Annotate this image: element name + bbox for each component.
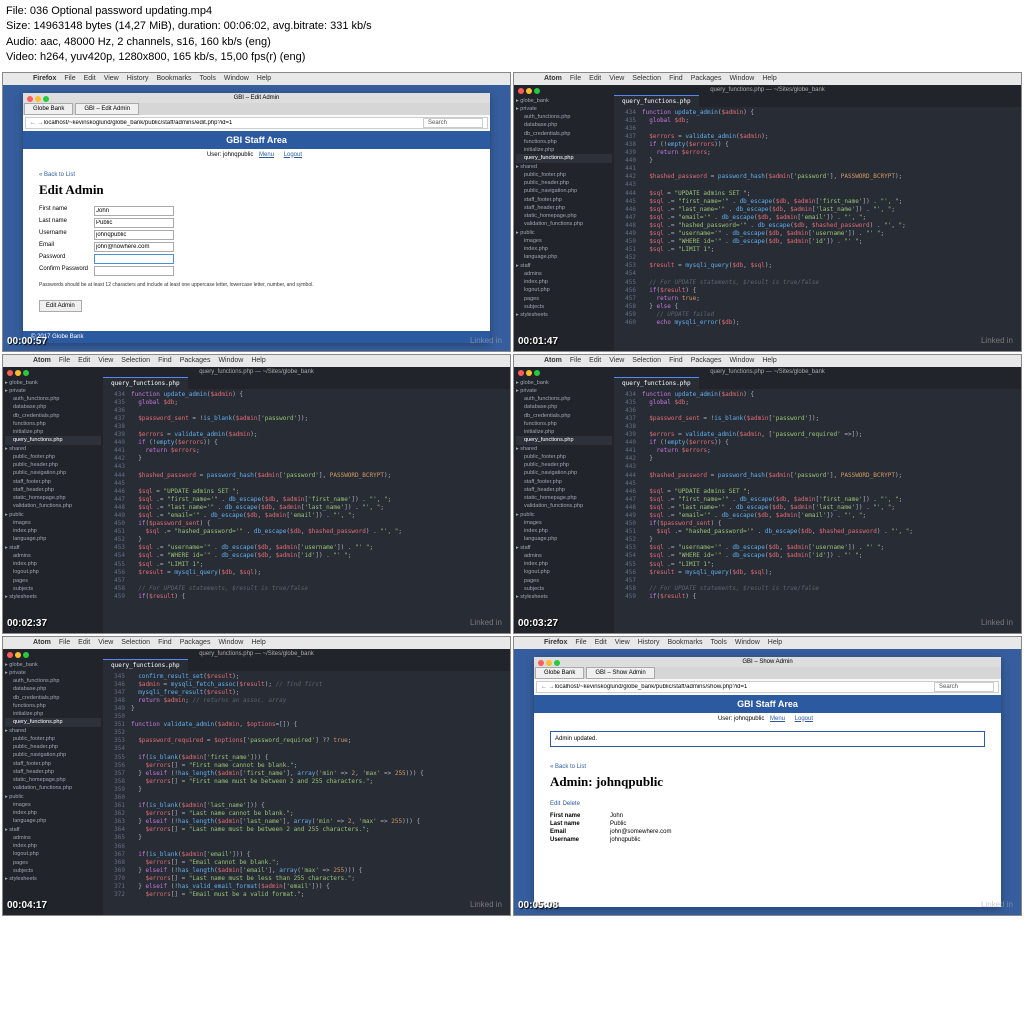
file-tree[interactable]: ▸ globe_bank▸ privateauth_functions.phpd… [514,95,614,351]
file-line: File: 036 Optional password updating.mp4 [6,4,1018,19]
thumbnail-1: FirefoxFileEditViewHistoryBookmarksTools… [2,72,511,352]
address-bar[interactable] [44,120,423,126]
audio-line: Audio: aac, 48000 Hz, 2 channels, s16, 1… [6,35,1018,50]
email-field[interactable] [94,242,174,252]
first-name-field[interactable] [94,206,174,216]
alert-message: Admin updated. [550,731,985,747]
size-line: Size: 14963148 bytes (14,27 MiB), durati… [6,19,1018,34]
thumbnail-6: FirefoxFileEditViewHistoryBookmarksTools… [513,636,1022,916]
search-box[interactable]: Search [423,118,483,128]
edit-admin-button[interactable]: Edit Admin [39,300,82,312]
confirm-password-field[interactable] [94,266,174,276]
edit-link[interactable]: Edit [550,801,560,807]
video-line: Video: h264, yuv420p, 1280x800, 165 kb/s… [6,50,1018,65]
last-name-field[interactable] [94,218,174,228]
address-bar[interactable] [555,684,934,690]
thumbnail-2: AtomFileEditViewSelectionFindPackagesWin… [513,72,1022,352]
thumbnail-5: AtomFileEditViewSelectionFindPackagesWin… [2,636,511,916]
password-field[interactable] [94,254,174,264]
back-link[interactable]: « Back to List [39,172,75,178]
back-link[interactable]: « Back to List [550,764,586,770]
page-title: Edit Admin [39,182,474,198]
macos-menubar: FirefoxFileEditViewHistoryBookmarksTools… [3,73,510,85]
browser-tab[interactable]: GBI – Edit Admin [75,103,139,115]
logout-link[interactable]: Logout [284,152,302,158]
menu-link[interactable]: Menu [259,152,274,158]
page-header: GBI Staff Area [23,131,490,149]
thumbnail-4: AtomFileEditViewSelectionFindPackagesWin… [513,354,1022,634]
thumbnail-3: AtomFileEditViewSelectionFindPackagesWin… [2,354,511,634]
browser-tab[interactable]: Globe Bank [24,103,73,115]
username-field[interactable] [94,230,174,240]
delete-link[interactable]: Delete [563,801,580,807]
